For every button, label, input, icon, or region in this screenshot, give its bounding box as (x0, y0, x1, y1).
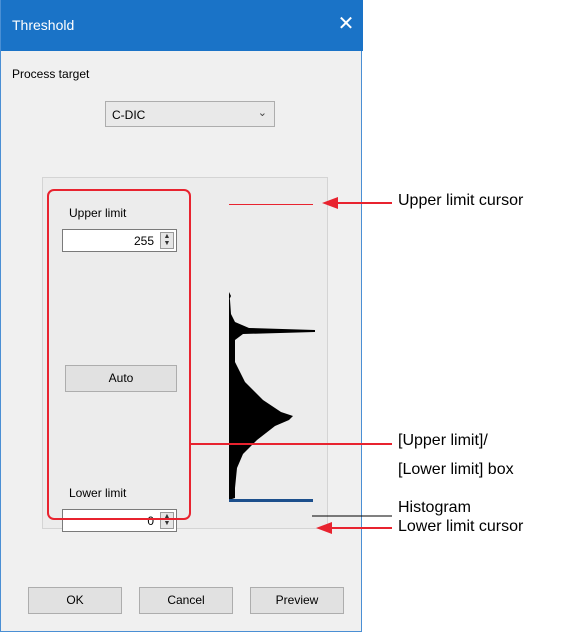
box-annotation-line1: [Upper limit]/ (398, 432, 488, 449)
histogram-annotation: Histogram (398, 499, 471, 516)
upper-cursor-annotation: Upper limit cursor (398, 192, 524, 209)
lower-cursor-annotation: Lower limit cursor (398, 518, 524, 535)
box-annotation-line2: [Lower limit] box (398, 461, 514, 478)
callout-lines (190, 197, 392, 534)
